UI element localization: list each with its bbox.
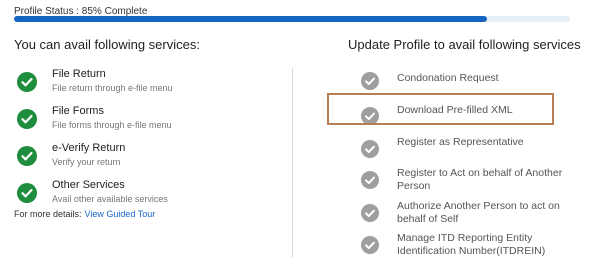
grey-check-icon bbox=[361, 140, 379, 158]
update-profile-heading: Update Profile to avail following servic… bbox=[348, 37, 581, 52]
right-item-line1: Condonation Request bbox=[397, 72, 499, 84]
green-check-icon bbox=[17, 146, 37, 166]
right-item-register-act-on-behalf[interactable]: Register to Act on behalf of Another Per… bbox=[397, 167, 562, 193]
grey-check-icon bbox=[361, 236, 379, 254]
service-title: e-Verify Return bbox=[52, 142, 126, 154]
right-item-line1: Manage ITD Reporting Entity bbox=[397, 232, 533, 244]
right-item-condonation-request[interactable]: Condonation Request bbox=[397, 72, 499, 85]
more-details-label: For more details: bbox=[14, 209, 82, 219]
right-item-manage-itdrein[interactable]: Manage ITD Reporting Entity Identificati… bbox=[397, 232, 545, 258]
right-item-line2: Person bbox=[397, 180, 431, 192]
profile-progress-fill bbox=[14, 16, 487, 22]
service-title: Other Services bbox=[52, 179, 125, 191]
green-check-icon bbox=[17, 72, 37, 92]
highlight-box bbox=[327, 93, 554, 125]
right-item-line2: behalf of Self bbox=[397, 213, 459, 225]
service-title: File Forms bbox=[52, 105, 104, 117]
column-divider bbox=[292, 68, 293, 258]
green-check-icon bbox=[17, 109, 37, 129]
service-subtitle: Verify your return bbox=[52, 157, 121, 167]
service-title: File Return bbox=[52, 68, 106, 80]
right-item-authorize-another-person[interactable]: Authorize Another Person to act on behal… bbox=[397, 200, 560, 226]
grey-check-icon bbox=[361, 171, 379, 189]
right-item-line1: Register to Act on behalf of Another bbox=[397, 167, 563, 179]
view-guided-tour-link[interactable]: View Guided Tour bbox=[85, 209, 156, 219]
service-subtitle: Avail other available services bbox=[52, 194, 168, 204]
grey-check-icon bbox=[361, 204, 379, 222]
more-details-text: For more details: View Guided Tour bbox=[14, 209, 155, 219]
right-item-line1: Register as Representative bbox=[397, 136, 524, 148]
service-subtitle: File forms through e-file menu bbox=[52, 120, 172, 130]
service-subtitle: File return through e-file menu bbox=[52, 83, 173, 93]
profile-progress-bar bbox=[14, 16, 570, 22]
green-check-icon bbox=[17, 183, 37, 203]
right-item-register-as-representative[interactable]: Register as Representative bbox=[397, 136, 524, 149]
right-item-line1: Authorize Another Person to act on bbox=[397, 200, 560, 212]
right-item-line2: Identification Number(ITDREIN) bbox=[397, 245, 546, 257]
grey-check-icon bbox=[361, 72, 379, 90]
available-services-heading: You can avail following services: bbox=[14, 37, 200, 52]
